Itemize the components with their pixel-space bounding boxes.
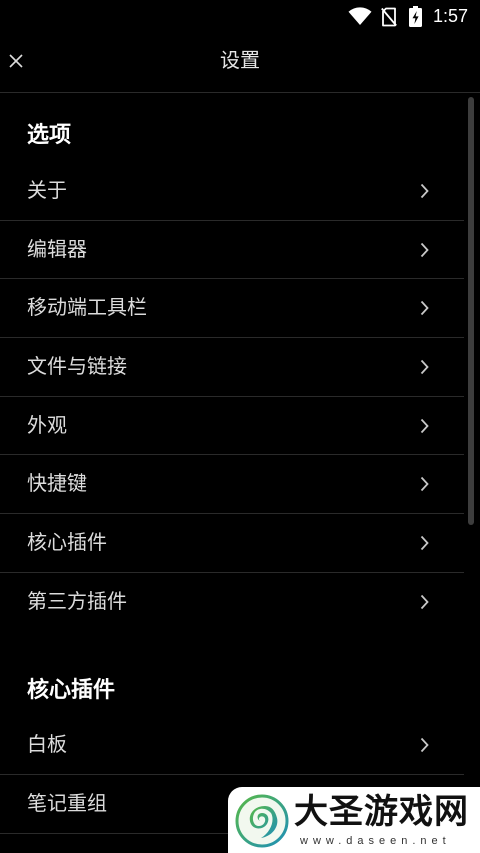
scrollbar-thumb[interactable] — [468, 97, 474, 525]
chevron-right-icon — [420, 359, 429, 375]
settings-item-appearance[interactable]: 外观 — [0, 397, 464, 456]
chevron-right-icon — [420, 300, 429, 316]
settings-item-hotkeys[interactable]: 快捷键 — [0, 455, 464, 515]
chevron-right-icon — [420, 183, 429, 199]
section-title-core-plugins: 核心插件 — [27, 676, 116, 702]
settings-item-label: 第三方插件 — [27, 591, 127, 614]
status-bar: 1:57 — [0, 0, 480, 32]
settings-item-label: 外观 — [27, 414, 67, 437]
settings-item-label: 核心插件 — [27, 531, 107, 554]
settings-item-label: 笔记重组 — [27, 793, 107, 816]
wifi-icon — [348, 7, 372, 25]
settings-item-label: 编辑器 — [27, 238, 87, 261]
watermark-name: 大圣游戏网 — [294, 793, 469, 831]
settings-item-core-plugins[interactable]: 核心插件 — [0, 514, 464, 573]
settings-list: 选项 关于 编辑器 移动端工具栏 文件与链接 外观 快捷键 核心插件 第三方插件… — [0, 93, 464, 853]
settings-item-community-plugins[interactable]: 第三方插件 — [0, 573, 464, 632]
settings-item-about[interactable]: 关于 — [0, 162, 464, 221]
chevron-right-icon — [420, 242, 429, 258]
settings-screen: 1:57 设置 选项 关于 编辑器 移动端工具栏 文件与链接 外观 快捷键 核心… — [0, 0, 480, 853]
settings-item-label: 文件与链接 — [27, 355, 127, 378]
settings-item-editor[interactable]: 编辑器 — [0, 221, 464, 280]
chevron-right-icon — [420, 476, 429, 492]
settings-item-mobile-toolbar[interactable]: 移动端工具栏 — [0, 279, 464, 339]
settings-item-label: 移动端工具栏 — [27, 297, 147, 320]
settings-item-label: 白板 — [27, 734, 67, 757]
chevron-right-icon — [420, 535, 429, 551]
settings-item-canvas[interactable]: 白板 — [0, 717, 464, 776]
watermark-url: www.daseen.net — [300, 835, 451, 847]
settings-item-label: 关于 — [27, 179, 67, 202]
page-title: 设置 — [220, 50, 260, 72]
settings-item-files-links[interactable]: 文件与链接 — [0, 338, 464, 397]
no-sim-icon — [381, 7, 397, 27]
settings-item-label: 快捷键 — [27, 473, 87, 496]
section-title-options: 选项 — [27, 122, 72, 147]
battery-charging-icon — [409, 6, 422, 27]
chevron-right-icon — [420, 737, 429, 753]
watermark: 大圣游戏网 www.daseen.net — [228, 787, 480, 853]
header: 设置 — [0, 32, 480, 92]
chevron-right-icon — [420, 418, 429, 434]
site-logo-icon — [235, 794, 289, 848]
status-time: 1:57 — [433, 6, 469, 26]
chevron-right-icon — [420, 594, 429, 610]
